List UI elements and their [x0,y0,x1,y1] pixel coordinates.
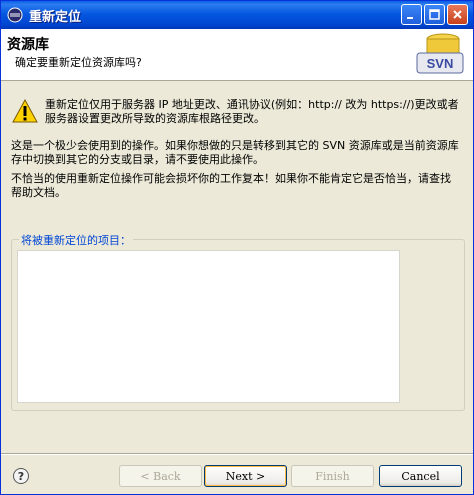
page-title: 资源库 [7,37,49,53]
wizard-header: 资源库 确定要重新定位资源库吗? SVN [1,29,473,81]
relocate-dialog: 重新定位 资源库 确定要重新定位资源库吗? SVN 重新定位仅用于服务器 IP … [0,0,474,495]
maximize-icon [429,9,440,20]
logo-text: SVN [427,56,454,71]
warning-icon [12,99,38,123]
window-title: 重新定位 [29,9,82,25]
footer-separator [1,453,473,455]
rare-operation-message: 这是一个极少会使用到的操作。如果你想做的只是转移到其它的 SVN 资源库或是当前… [11,139,459,166]
projects-list[interactable] [17,250,400,403]
close-button[interactable] [447,4,468,25]
title-bar[interactable]: 重新定位 [1,1,473,29]
minimize-icon [407,17,413,19]
cancel-button[interactable]: Cancel [379,465,462,487]
projects-group-label: 将被重新定位的项目： [19,232,133,248]
eclipse-icon [7,7,23,23]
next-button[interactable]: Next > [204,465,287,487]
back-button[interactable]: < Back [119,465,202,487]
danger-message: 不恰当的使用重新定位操作可能会损坏你的工作复本！如果你不能肯定它是否恰当，请查找… [11,172,451,199]
page-subtitle: 确定要重新定位资源库吗? [15,56,142,69]
help-icon: ? [17,469,25,483]
maximize-button[interactable] [424,4,445,25]
warning-message: 重新定位仅用于服务器 IP 地址更改、通讯协议(例如：http:// 改为 ht… [45,98,459,125]
close-icon [453,10,462,19]
svn-repository-logo: SVN [416,33,464,74]
minimize-button[interactable] [401,4,422,25]
finish-button[interactable]: Finish [291,465,374,487]
help-button[interactable]: ? [13,468,29,484]
